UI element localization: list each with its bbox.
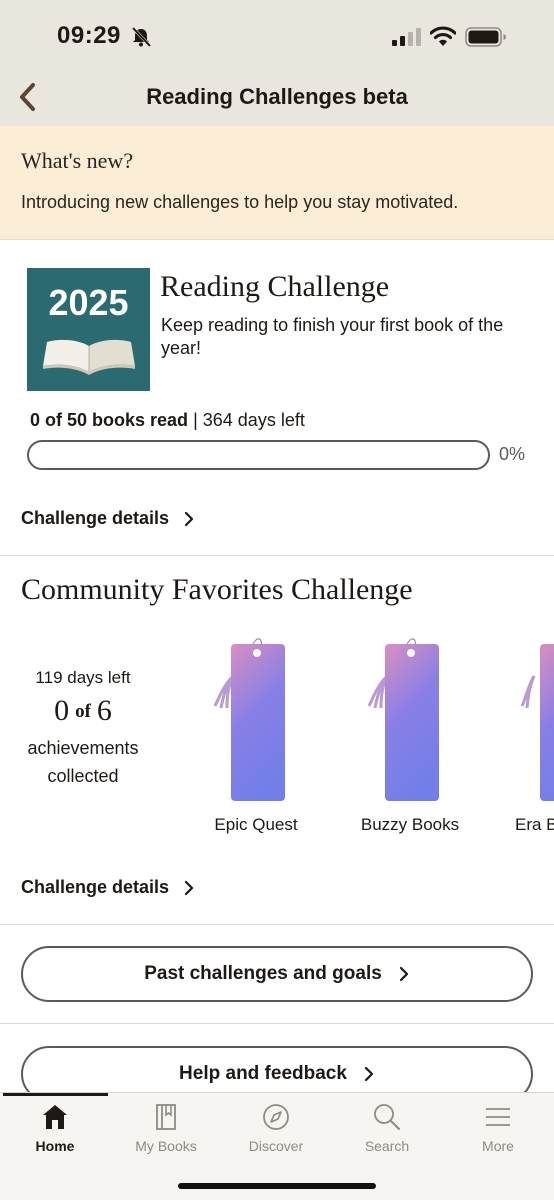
- wifi-icon: [430, 26, 456, 46]
- bookmark-era[interactable]: [520, 636, 554, 806]
- challenge-details-label: Challenge details: [21, 508, 170, 528]
- cover-year: 2025: [48, 282, 129, 323]
- section-divider: [0, 555, 554, 556]
- search-icon: [374, 1104, 400, 1130]
- cellular-signal-icon: [392, 28, 421, 46]
- progress-separator: |: [193, 410, 203, 430]
- past-challenges-label: Past challenges and goals: [144, 963, 382, 984]
- nav-label: More: [482, 1138, 514, 1154]
- nav-search[interactable]: Search: [332, 1100, 442, 1160]
- community-days-left: 119 days left: [35, 668, 131, 687]
- chevron-right-icon: [364, 1066, 374, 1082]
- bookmark-label: Era B: [515, 815, 554, 834]
- challenge-details-label: Challenge details: [21, 877, 170, 897]
- bookmark-buzzy-books[interactable]: [365, 636, 455, 806]
- whats-new-text: Introducing new challenges to help you s…: [21, 192, 459, 212]
- nav-label: Search: [364, 1138, 410, 1154]
- achievements-of: of: [75, 701, 91, 722]
- achievements-count: 0 of 6: [0, 694, 166, 728]
- nav-label: Home: [35, 1138, 75, 1154]
- open-book-icon: [43, 339, 135, 375]
- bookmark-label: Buzzy Books: [360, 815, 460, 834]
- days-left-text: 364 days left: [202, 410, 305, 430]
- reading-progress-bar: [27, 440, 490, 470]
- bookmark-epic-quest[interactable]: [211, 636, 301, 806]
- battery-icon: [465, 27, 506, 47]
- nav-discover[interactable]: Discover: [221, 1100, 331, 1160]
- bookmark-label: Epic Quest: [214, 815, 298, 834]
- nav-label: Discover: [248, 1138, 304, 1154]
- home-icon: [43, 1105, 67, 1129]
- whats-new-title: What's new?: [21, 148, 134, 173]
- achievements-collected: 0: [54, 694, 70, 727]
- my-books-icon: [156, 1104, 176, 1130]
- chevron-right-icon: [399, 966, 408, 982]
- nav-my-books[interactable]: My Books: [111, 1100, 221, 1160]
- home-indicator: [178, 1183, 376, 1189]
- whats-new-banner: [0, 126, 554, 240]
- chevron-right-icon: [184, 880, 194, 895]
- achievements-line-1: achievements: [27, 738, 139, 758]
- nav-more[interactable]: More: [443, 1100, 553, 1160]
- books-read-text: 0 of 50 books read: [30, 410, 189, 430]
- page-title: Reading Challenges beta: [146, 84, 408, 109]
- section-divider: [0, 924, 554, 925]
- bell-muted-icon: [131, 26, 152, 48]
- past-challenges-button[interactable]: Past challenges and goals: [21, 946, 533, 1002]
- reading-challenge-description: Keep reading to finish your first book o…: [161, 315, 504, 358]
- achievements-total: 6: [96, 694, 112, 727]
- chevron-right-icon: [184, 511, 194, 526]
- nav-active-indicator: [3, 1093, 108, 1096]
- reading-challenge-title: Reading Challenge: [160, 270, 390, 303]
- nav-label: My Books: [135, 1138, 197, 1154]
- achievements-caption: achievements collected: [0, 734, 166, 790]
- community-challenge-details-link[interactable]: Challenge details: [21, 877, 195, 898]
- reading-challenge-details-link[interactable]: Challenge details: [21, 508, 195, 529]
- achievements-line-2: collected: [47, 766, 119, 786]
- reading-challenge-cover: 2025: [27, 268, 150, 391]
- nav-home[interactable]: Home: [0, 1100, 110, 1160]
- status-time: 09:29: [57, 22, 121, 49]
- books-progress-text: 0 of 50 books read | 364 days left: [30, 410, 305, 431]
- community-challenge-title: Community Favorites Challenge: [21, 573, 413, 606]
- menu-icon: [486, 1108, 510, 1126]
- section-divider: [0, 1023, 554, 1024]
- progress-percent: 0%: [499, 444, 526, 464]
- help-feedback-label: Help and feedback: [179, 1063, 347, 1084]
- compass-icon: [263, 1104, 289, 1130]
